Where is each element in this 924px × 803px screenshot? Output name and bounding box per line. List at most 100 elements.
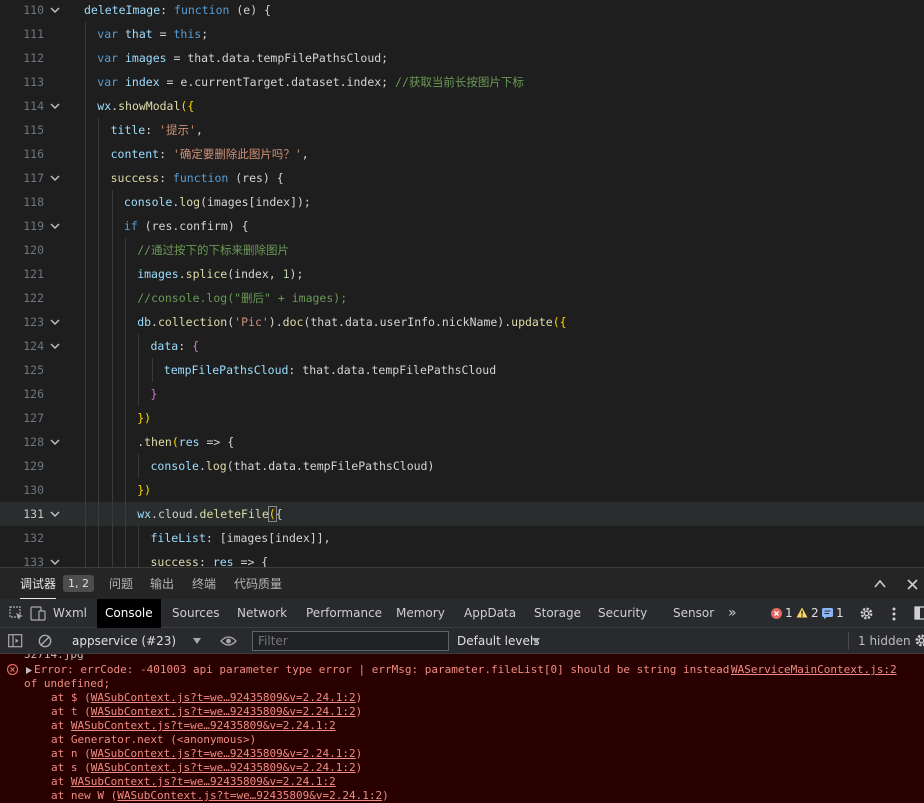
inspect-element-icon[interactable] xyxy=(9,606,24,621)
indent-guide xyxy=(85,142,86,166)
sidebar-toggle-icon[interactable] xyxy=(8,634,23,648)
fold-chevron-icon[interactable] xyxy=(50,5,60,15)
fold-chevron-icon[interactable] xyxy=(50,557,60,567)
code-line[interactable]: 124 data: { xyxy=(0,334,924,358)
devtools-tab-sources[interactable]: Sources xyxy=(164,599,227,628)
kebab-menu-icon[interactable] xyxy=(892,607,896,621)
code-line[interactable]: 114 wx.showModal({ xyxy=(0,94,924,118)
devtools-tab-memory[interactable]: Memory xyxy=(388,599,453,628)
code-line[interactable]: 130}) xyxy=(0,478,924,502)
code-token: deleteFile xyxy=(199,507,269,521)
hidden-messages-count[interactable]: 1 hidden xyxy=(858,628,911,654)
code-line[interactable]: 129 console.log(that.data.tempFilePathsCl… xyxy=(0,454,924,478)
devtools-tab-security[interactable]: Security xyxy=(590,599,655,628)
devtools-tab-network[interactable]: Network xyxy=(229,599,295,628)
line-number: 117 xyxy=(23,171,44,185)
more-tabs-button[interactable]: » xyxy=(728,599,737,628)
line-number: 111 xyxy=(23,27,44,41)
indent-guide xyxy=(151,358,153,382)
code-line[interactable]: 123 db.collection('Pic').doc(that.data.us… xyxy=(0,310,924,334)
fold-chevron-icon[interactable] xyxy=(50,437,60,447)
code-line[interactable]: 119 if (res.confirm) { xyxy=(0,214,924,238)
code-line[interactable]: 117 success: function (res) { xyxy=(0,166,924,190)
code-line[interactable]: 110 deleteImage: function (e) { xyxy=(0,0,924,22)
indent-guide xyxy=(138,454,140,478)
line-number: 130 xyxy=(23,483,44,497)
code-line[interactable]: 115 title: '提示', xyxy=(0,118,924,142)
fold-chevron-icon[interactable] xyxy=(50,173,60,183)
code-line[interactable]: 121 images.splice(index, 1); xyxy=(0,262,924,286)
context-selector[interactable]: appservice (#23) xyxy=(72,628,176,654)
code-line[interactable]: 126} xyxy=(0,382,924,406)
indent-guide xyxy=(98,502,100,526)
error-source-link[interactable]: WAServiceMainContext.js:2 xyxy=(731,663,897,677)
close-icon[interactable] xyxy=(907,579,918,590)
tab-code-quality[interactable]: 代码质量 xyxy=(234,568,282,600)
code-token: images xyxy=(137,267,179,281)
code-editor[interactable]: 110 deleteImage: function (e) {111 var tha… xyxy=(0,0,924,567)
code-line[interactable]: 118 console.log(images[index]); xyxy=(0,190,924,214)
code-line[interactable]: 116 content: '确定要删除此图片吗？', xyxy=(0,142,924,166)
code-line[interactable]: 128 .then(res => { xyxy=(0,430,924,454)
devtools-tab-sensor[interactable]: Sensor xyxy=(665,599,722,628)
error-count[interactable]: 1 xyxy=(785,599,793,628)
fold-chevron-icon[interactable] xyxy=(50,509,60,519)
indent-guide xyxy=(98,142,100,166)
warning-count[interactable]: 2 xyxy=(811,599,819,628)
tab-problems[interactable]: 问题 xyxy=(109,568,133,600)
stack-frame-link[interactable]: WASubContext.js?t=we…92435809&v=2.24.1:2 xyxy=(91,705,356,718)
code-line[interactable]: 112 var images = that.data.tempFilePathsC… xyxy=(0,46,924,70)
code-line[interactable]: 133 success: res => { xyxy=(0,550,924,567)
indent-guide xyxy=(111,550,113,567)
code-line[interactable]: 113 var index = e.currentTarget.dataset.i… xyxy=(0,70,924,94)
dock-side-icon[interactable] xyxy=(914,606,924,621)
fold-chevron-icon[interactable] xyxy=(50,101,60,111)
code-line[interactable]: 131 wx.cloud.deleteFile({ xyxy=(0,502,924,526)
stack-frame-link[interactable]: WASubContext.js?t=we…92435809&v=2.24.1:2 xyxy=(91,691,356,704)
code-line[interactable]: 125 tempFilePathsCloud: that.data.tempFil… xyxy=(0,358,924,382)
fold-chevron-icon[interactable] xyxy=(50,221,60,231)
device-toggle-icon[interactable] xyxy=(30,606,46,621)
code-line[interactable]: 132 fileList: [images[index]], xyxy=(0,526,924,550)
code-token: doc xyxy=(282,315,304,329)
code-text: fileList: [images[index]], xyxy=(151,526,331,550)
code-text: db.collection('Pic').doc(that.data.userI… xyxy=(137,310,566,334)
caret-down-icon[interactable] xyxy=(193,638,201,644)
code-line[interactable]: 127}) xyxy=(0,406,924,430)
console-filter-input[interactable] xyxy=(252,631,449,651)
code-line[interactable]: 120 //通过按下的下标来删除图片 xyxy=(0,238,924,262)
indent-guide xyxy=(98,358,100,382)
devtools-tab-console[interactable]: Console xyxy=(97,599,161,628)
code-line[interactable]: 111 var that = this; xyxy=(0,22,924,46)
devtools-tab-performance[interactable]: Performance xyxy=(298,599,390,628)
eye-icon[interactable] xyxy=(220,635,237,647)
stack-frame-link[interactable]: WASubContext.js?t=we…92435809&v=2.24.1:2 xyxy=(71,719,336,732)
code-text: console.log(images[index]); xyxy=(124,190,311,214)
fold-chevron-icon[interactable] xyxy=(50,341,60,351)
log-levels-dropdown[interactable]: Default levels xyxy=(457,628,539,654)
stack-frame-link[interactable]: WASubContext.js?t=we…92435809&v=2.24.1:2 xyxy=(117,789,382,802)
stack-frame-link[interactable]: WASubContext.js?t=we…92435809&v=2.24.1:2 xyxy=(91,747,356,760)
code-token: ({ xyxy=(552,315,567,329)
tab-debugger[interactable]: 调试器 xyxy=(20,568,57,600)
devtools-tab-storage[interactable]: Storage xyxy=(526,599,589,628)
tab-terminal[interactable]: 终端 xyxy=(192,568,216,600)
code-token: : xyxy=(159,147,173,161)
gear-icon[interactable] xyxy=(859,606,874,621)
chevron-up-icon[interactable] xyxy=(874,579,886,589)
tab-output[interactable]: 输出 xyxy=(150,568,174,600)
stack-frame-link[interactable]: WASubContext.js?t=we…92435809&v=2.24.1:2 xyxy=(71,775,336,788)
expand-triangle-icon[interactable] xyxy=(26,667,32,674)
console-settings-gear-icon[interactable] xyxy=(914,633,924,648)
devtools-tab-wxml[interactable]: Wxml xyxy=(45,599,95,628)
code-token: images xyxy=(125,51,167,65)
code-line[interactable]: 122 //console.log("删后" + images); xyxy=(0,286,924,310)
clear-console-icon[interactable] xyxy=(38,634,52,648)
devtools-tab-appdata[interactable]: AppData xyxy=(456,599,524,628)
code-token: var xyxy=(97,27,125,41)
stack-frame-link[interactable]: WASubContext.js?t=we…92435809&v=2.24.1:2 xyxy=(91,761,356,774)
info-count[interactable]: 1 xyxy=(836,599,844,628)
fold-chevron-icon[interactable] xyxy=(50,317,60,327)
levels-caret-down-icon[interactable] xyxy=(532,638,540,644)
indent-guide xyxy=(85,478,86,502)
